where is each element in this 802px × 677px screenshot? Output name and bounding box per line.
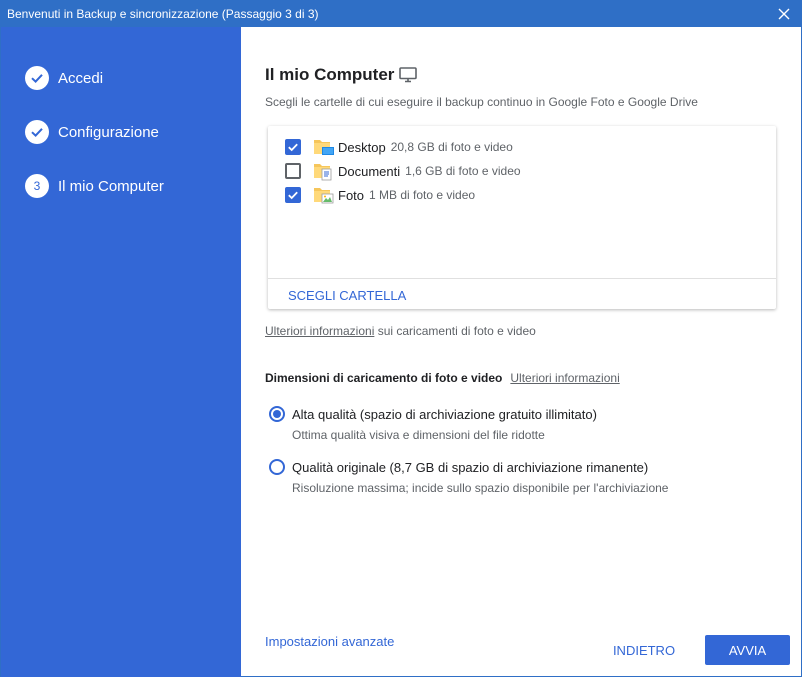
folder-name: Foto — [338, 187, 365, 203]
option-label: Alta qualità (spazio di archiviazione gr… — [292, 406, 597, 422]
monitor-icon — [399, 67, 418, 83]
original-quality-radio[interactable] — [269, 459, 285, 475]
steps-sidebar: Accedi Configurazione 3 Il mio Computer — [1, 27, 241, 677]
folder-checkbox[interactable] — [285, 187, 301, 203]
step-configurazione: Configurazione — [25, 120, 159, 144]
option-label: Qualità originale (8,7 GB di spazio di a… — [292, 459, 649, 475]
step-label: Accedi — [58, 69, 104, 87]
close-button[interactable] — [767, 1, 801, 27]
folder-list: Desktop 20,8 GB di foto e video Document… — [268, 126, 776, 309]
page-subtitle: Scegli le cartelle di cui eseguire il ba… — [265, 95, 698, 109]
folder-name: Documenti — [338, 163, 401, 179]
learn-more-link[interactable]: Ulteriori informazioni — [265, 324, 374, 338]
close-icon — [778, 8, 790, 20]
step-done-badge — [25, 120, 49, 144]
info-text: sui caricamenti di foto e video — [374, 324, 536, 338]
option-description: Risoluzione massima; incide sullo spazio… — [292, 481, 669, 495]
setup-window: Benvenuti in Backup e sincronizzazione (… — [0, 0, 802, 677]
radio-dot — [273, 410, 281, 418]
step-label: Configurazione — [58, 123, 159, 141]
documents-folder-icon — [313, 161, 335, 181]
folder-row-foto[interactable]: Foto 1 MB di foto e video — [285, 185, 475, 205]
divider — [268, 278, 776, 279]
back-button[interactable]: INDIETRO — [601, 635, 687, 665]
window-title: Benvenuti in Backup e sincronizzazione (… — [7, 7, 319, 21]
desktop-folder-icon — [313, 137, 335, 157]
check-icon — [31, 74, 43, 84]
high-quality-option[interactable]: Alta qualità (spazio di archiviazione gr… — [269, 406, 597, 422]
folder-size: 20,8 GB di foto e video — [390, 140, 513, 154]
upload-size-learn-more-link[interactable]: Ulteriori informazioni — [510, 371, 619, 385]
step-done-badge — [25, 66, 49, 90]
page-heading: Il mio Computer — [265, 65, 418, 85]
folder-size: 1,6 GB di foto e video — [405, 164, 521, 178]
option-description: Ottima qualità visiva e dimensioni del f… — [292, 428, 545, 442]
photo-upload-info: Ulteriori informazioni sui caricamenti d… — [265, 324, 536, 338]
advanced-settings-link[interactable]: Impostazioni avanzate — [265, 634, 394, 649]
upload-size-heading: Dimensioni di caricamento di foto e vide… — [265, 371, 620, 385]
check-icon — [31, 128, 43, 138]
checkmark-icon — [288, 143, 298, 152]
choose-folder-button[interactable]: SCEGLI CARTELLA — [288, 288, 406, 303]
folder-checkbox[interactable] — [285, 139, 301, 155]
page-title: Il mio Computer — [265, 65, 395, 84]
main-panel: Il mio Computer Scegli le cartelle di cu… — [241, 27, 801, 677]
high-quality-radio[interactable] — [269, 406, 285, 422]
folder-size: 1 MB di foto e video — [369, 188, 476, 202]
checkmark-icon — [288, 191, 298, 200]
folder-name: Desktop — [338, 139, 386, 155]
folder-row-desktop[interactable]: Desktop 20,8 GB di foto e video — [285, 137, 513, 157]
step-accedi: Accedi — [25, 66, 103, 90]
step-number-badge: 3 — [25, 174, 49, 198]
folder-checkbox[interactable] — [285, 163, 301, 179]
step-il-mio-computer: 3 Il mio Computer — [25, 174, 164, 198]
title-bar: Benvenuti in Backup e sincronizzazione (… — [1, 1, 801, 27]
step-label: Il mio Computer — [58, 177, 164, 195]
folder-row-documenti[interactable]: Documenti 1,6 GB di foto e video — [285, 161, 521, 181]
start-button[interactable]: AVVIA — [705, 635, 790, 665]
step-number: 3 — [33, 179, 41, 193]
original-quality-option[interactable]: Qualità originale (8,7 GB di spazio di a… — [269, 459, 648, 475]
pictures-folder-icon — [313, 185, 335, 205]
section-title: Dimensioni di caricamento di foto e vide… — [265, 371, 503, 385]
